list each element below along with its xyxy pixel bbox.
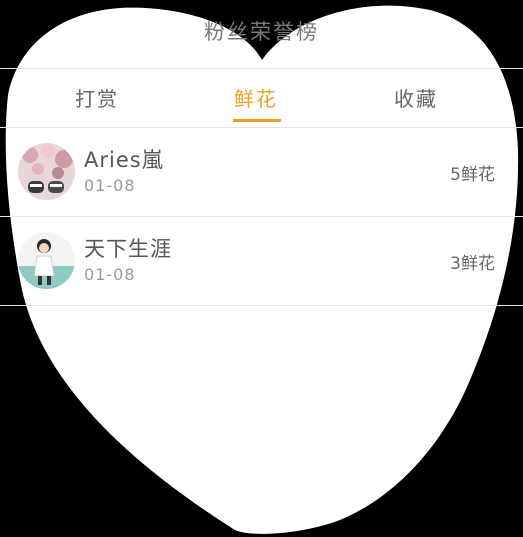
page-title: 粉丝荣誉榜 — [204, 20, 319, 44]
tab-favorite[interactable]: 收藏 — [394, 83, 438, 112]
flower-count: 5鲜花 — [450, 165, 495, 185]
tab-flower[interactable]: 鲜花 — [234, 83, 278, 112]
avatar-cherry-blossom-sneakers-icon — [18, 143, 75, 200]
fan-name: 天下生涯 — [84, 237, 172, 261]
fan-date: 01-08 — [84, 176, 136, 195]
tab-tip[interactable]: 打赏 — [75, 83, 119, 112]
fan-name: Aries嵐 — [84, 148, 164, 172]
active-tab-indicator — [233, 119, 281, 122]
fan-date: 01-08 — [84, 265, 136, 284]
flower-count: 3鲜花 — [450, 254, 495, 274]
list-item[interactable]: Aries嵐 01-08 5鲜花 — [0, 128, 523, 217]
tab-bar: 打赏 鲜花 收藏 — [0, 68, 523, 128]
list-item[interactable]: 天下生涯 01-08 3鲜花 — [0, 217, 523, 306]
avatar-girl-icon — [18, 232, 75, 289]
